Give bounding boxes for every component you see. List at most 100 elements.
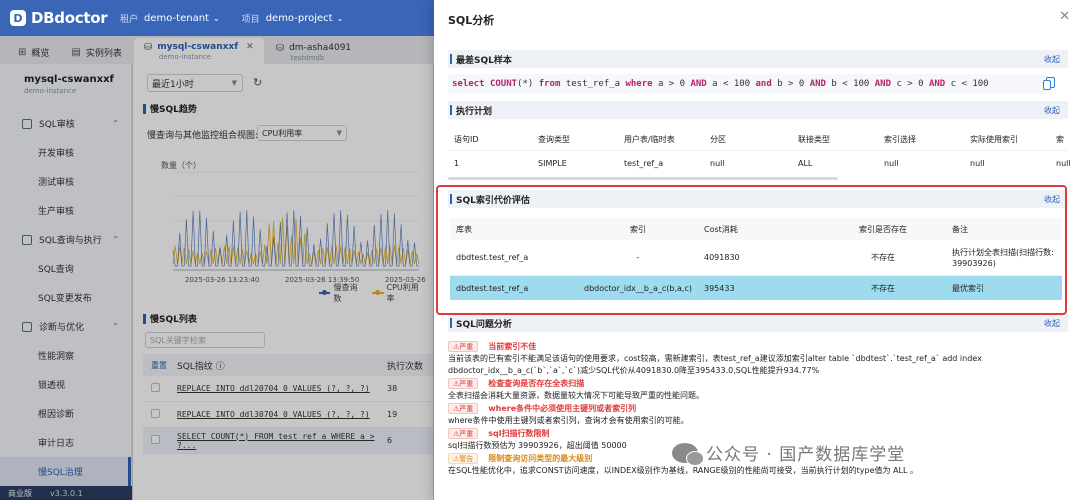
sidebar-item-slow-sql[interactable]: 慢SQL治理 [0, 457, 131, 486]
sql-link[interactable]: REPLACE INTO ddl20704_0 VALUES (?, ?, ?) [177, 384, 370, 393]
index-cost-table: 库表 索引 Cost消耗 索引是否存在 备注 dbdtest.test_ref_… [450, 218, 1062, 300]
copy-icon[interactable] [1043, 77, 1055, 90]
legend-item[interactable]: CPU利用率 [372, 282, 425, 304]
watermark-text: 公众号 · 国产数据库学堂 [706, 445, 906, 465]
legend-label: CPU利用率 [386, 283, 419, 303]
nav-group-sql-audit[interactable]: SQL审核 ⌃ [0, 109, 131, 138]
close-icon[interactable]: ✕ [246, 42, 254, 52]
combo-label: 慢查询与其他监控组合视图: [147, 131, 259, 141]
sidebar-item-prod-audit[interactable]: 生产审核 [0, 196, 131, 225]
legend-swatch [372, 290, 384, 295]
column-header-sql: SQL指纹 [177, 361, 213, 372]
exec-count: 6 [387, 436, 393, 445]
issue-title: 当前索引不佳 [488, 342, 537, 351]
tab-second-title: dm-asha4091 [289, 43, 352, 53]
chevron-down-icon[interactable]: ⌄ [213, 14, 220, 23]
sidebar-item-performance[interactable]: 性能洞察 [0, 341, 131, 370]
watermark: 公众号 · 国产数据库学堂 [672, 440, 906, 466]
combo-value: CPU利用率 [262, 128, 303, 138]
sql-keyword: AND [809, 79, 826, 89]
row-checkbox[interactable] [151, 383, 160, 392]
cost-cell: 不存在 [871, 253, 895, 262]
project-select[interactable]: demo-project [266, 13, 333, 24]
table-header: 重置 SQL指纹 ⓘ 执行次数 [143, 354, 433, 376]
y-axis-label: 数量（个） [161, 160, 201, 170]
sidebar-item-test-audit[interactable]: 测试审核 [0, 167, 131, 196]
cost-cell: dbdtest.test_ref_a [456, 253, 529, 262]
combo-select[interactable]: CPU利用率 ▼ [257, 125, 347, 141]
horizontal-scrollbar[interactable] [448, 177, 838, 180]
severity-label: 警告 [459, 454, 474, 463]
cost-row: dbdtest.test_ref_a - 4091830 不存在 执行计划全表扫… [450, 240, 1062, 276]
time-range-select[interactable]: 最近1小时 ▼ [147, 74, 243, 92]
version-label: v3.3.0.1 [50, 488, 83, 498]
tab-mysql-instance[interactable]: ⛁ mysql-cswanxxf ✕ demo-instance [133, 38, 264, 64]
close-icon[interactable]: ✕ [1059, 9, 1070, 24]
nav-group-sql-query[interactable]: SQL查询与执行 ⌃ [0, 225, 131, 254]
cost-cell: 395433 [704, 283, 735, 293]
list-title: 慢SQL列表 [143, 312, 197, 325]
sidebar-item-root-cause[interactable]: 根因诊断 [0, 399, 131, 428]
panel-title: 执行计划 [456, 106, 493, 117]
sidebar-item-sql-release[interactable]: SQL变更发布 [0, 283, 131, 312]
issue-item: ⚠ 严重 where条件中必须使用主键列或者索引列 where条件中使用主键列或者… [448, 402, 1068, 427]
sidebar: mysql-cswanxxf demo-instance SQL审核 ⌃ 开发审… [0, 64, 132, 500]
logo-text: DBdoctor [31, 9, 108, 27]
tab-instances[interactable]: ▤ 实例列表 [61, 40, 131, 64]
issues-header: SQL问题分析 收起 [448, 314, 1068, 332]
column-header: 联接类型 [798, 134, 830, 144]
table-row[interactable]: REPLACE INTO ddl20704_0 VALUES (?, ?, ?)… [143, 376, 433, 402]
chevron-down-icon[interactable]: ⌄ [337, 14, 344, 23]
sidebar-item-sql-query[interactable]: SQL查询 [0, 254, 131, 283]
table-row[interactable]: REPLACE INTO ddl30704_0 VALUES (?, ?, ?)… [143, 402, 433, 428]
tenant-label: 租户 [120, 14, 139, 25]
severity-badge: ⚠ 严重 [448, 378, 479, 389]
exec-count: 38 [387, 384, 398, 393]
legend-item[interactable]: 慢查询数 [319, 282, 364, 304]
nav-group-diagnosis[interactable]: 诊断与优化 ⌃ [0, 312, 131, 341]
column-header: 分区 [710, 134, 726, 144]
tab-overview[interactable]: ⊞ 概览 [8, 40, 59, 64]
chevron-up-icon: ⌃ [112, 322, 119, 331]
sql-keyword: from [538, 79, 561, 89]
sql-link[interactable]: SELECT COUNT(*) FROM test_ref_a WHERE a … [177, 432, 374, 450]
collapse-button[interactable]: 收起 [1044, 105, 1060, 116]
plan-cell: 1 [454, 159, 460, 168]
plan-cell: SIMPLE [538, 159, 567, 168]
sql-link[interactable]: REPLACE INTO ddl30704_0 VALUES (?, ?, ?) [177, 410, 370, 419]
table-row[interactable]: SELECT COUNT(*) FROM test_ref_a WHERE a … [143, 428, 433, 454]
sql-text: b > 0 [771, 79, 810, 89]
chevron-up-icon: ⌃ [112, 235, 119, 244]
sql-keyword: AND [928, 79, 946, 89]
refresh-icon[interactable]: ↻ [253, 76, 262, 89]
sql-keyword: AND [874, 79, 892, 89]
logo[interactable]: D DBdoctor [10, 9, 120, 27]
keyword-input[interactable]: SQL关键字检索 [145, 332, 265, 348]
sidebar-item-lock[interactable]: 锁透视 [0, 370, 131, 399]
severity-label: 严重 [459, 404, 474, 413]
sql-keyword: AND [690, 79, 707, 89]
chart-legend: 慢查询数 CPU利用率 [319, 282, 433, 304]
edition-label: 商业版 [8, 488, 32, 498]
row-checkbox[interactable] [151, 435, 160, 444]
plan-cell: null [710, 159, 725, 168]
overview-icon: ⊞ [18, 46, 27, 58]
issue-text: 全表扫描会消耗大量资源，数据量较大情况下可能导致严重的性能问题。 [448, 391, 704, 400]
column-header: 索引选择 [884, 134, 916, 144]
legend-label: 慢查询数 [333, 283, 358, 303]
tab-dm-instance[interactable]: ⛁ dm-asha4091 testdmdb [266, 40, 361, 64]
tab-active-subtitle: demo-instance [158, 52, 212, 61]
plan-cell: null [884, 159, 899, 168]
tenant-select[interactable]: demo-tenant [144, 13, 209, 24]
help-icon[interactable]: ⓘ [216, 362, 225, 372]
collapse-button[interactable]: 收起 [1044, 54, 1060, 65]
sql-text: c < 100 [945, 79, 989, 89]
cost-cell: 4091830 [704, 253, 740, 262]
row-checkbox[interactable] [151, 409, 160, 418]
plan-cell: test_ref_a [624, 159, 664, 168]
collapse-button[interactable]: 收起 [1044, 318, 1060, 329]
sql-text: (*) [517, 79, 539, 89]
sidebar-item-audit-log[interactable]: 审计日志 [0, 428, 131, 457]
sidebar-item-dev-audit[interactable]: 开发审核 [0, 138, 131, 167]
reset-button[interactable]: 重置 [151, 361, 167, 370]
